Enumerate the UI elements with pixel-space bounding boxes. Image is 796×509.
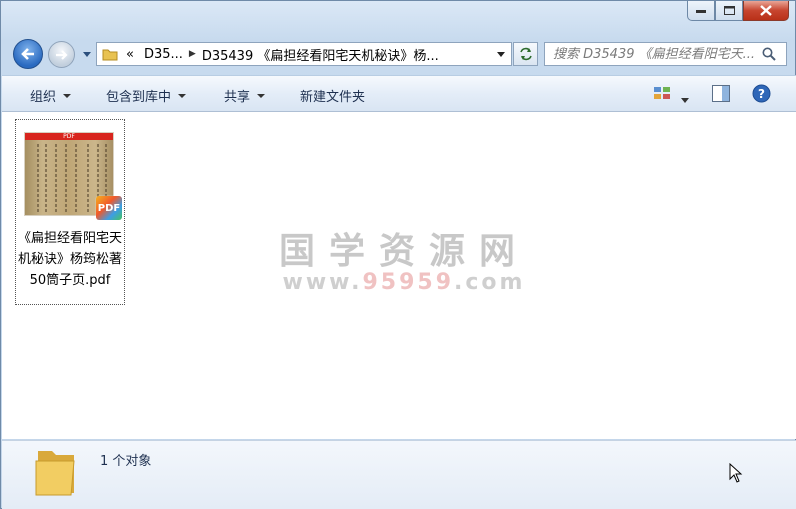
close-icon: [760, 5, 772, 16]
breadcrumb-item-parent[interactable]: D35...: [144, 47, 183, 62]
breadcrumb-item-current[interactable]: D35439 《扁担经看阳宅天机秘诀》杨...: [202, 45, 439, 64]
title-bar: [1, 1, 795, 35]
organize-menu[interactable]: 组织: [30, 86, 72, 105]
chevron-down-icon: [681, 98, 689, 103]
maximize-button[interactable]: [715, 1, 743, 21]
watermark: 国学资源网 www.95959.com: [274, 222, 534, 295]
recent-pages-dropdown-icon[interactable]: [83, 52, 91, 58]
refresh-icon: [519, 47, 532, 61]
back-button[interactable]: [13, 39, 43, 69]
share-label: 共享: [224, 90, 251, 105]
help-button[interactable]: ?: [752, 84, 771, 107]
address-bar[interactable]: « D35... ▶ D35439 《扁担经看阳宅天机秘诀》杨...: [96, 42, 512, 66]
minimize-button[interactable]: [687, 1, 715, 21]
chevron-down-icon: [178, 93, 187, 98]
search-icon[interactable]: [762, 47, 776, 61]
watermark-url: www.95959.com: [282, 270, 526, 295]
new-folder-label: 新建文件夹: [300, 90, 366, 105]
share-menu[interactable]: 共享: [224, 86, 266, 105]
minimize-icon: [696, 9, 706, 13]
details-pane: 1 个对象: [2, 440, 796, 509]
preview-pane-icon: [712, 85, 730, 102]
command-bar: 组织 包含到库中 共享 新建文件夹 ?: [2, 75, 796, 112]
preview-pane-button[interactable]: [712, 85, 730, 106]
view-options-icon: [654, 87, 670, 99]
include-in-library-menu[interactable]: 包含到库中: [106, 86, 187, 105]
maximize-icon: [723, 6, 735, 15]
new-folder-button[interactable]: 新建文件夹: [300, 86, 365, 105]
arrow-left-icon: [21, 48, 34, 60]
change-view-button[interactable]: [653, 85, 671, 105]
file-list-area[interactable]: PDF PDF 《扁担经看阳宅天机秘诀》杨筠松著 50筒子页.pdf 国学资源网…: [2, 112, 796, 439]
close-button[interactable]: [743, 1, 789, 21]
file-name-label: 《扁担经看阳宅天机秘诀》杨筠松著 50筒子页.pdf: [17, 231, 122, 288]
search-input[interactable]: [545, 46, 762, 62]
mouse-cursor-icon: [729, 463, 743, 483]
breadcrumb-separator-icon[interactable]: ▶: [189, 49, 196, 59]
breadcrumb-overflow[interactable]: «: [126, 47, 134, 62]
file-item-pdf[interactable]: PDF PDF 《扁担经看阳宅天机秘诀》杨筠松著 50筒子页.pdf: [15, 119, 125, 305]
include-in-library-label: 包含到库中: [106, 90, 172, 105]
address-dropdown-icon[interactable]: [497, 52, 505, 57]
chevron-down-icon: [63, 93, 72, 98]
watermark-title: 国学资源网: [278, 231, 529, 272]
chevron-down-icon: [257, 93, 266, 98]
arrow-right-icon: [55, 49, 68, 60]
organize-label: 组织: [30, 90, 57, 105]
forward-button[interactable]: [48, 41, 75, 68]
refresh-button[interactable]: [513, 42, 538, 66]
thumbnail-header: PDF: [25, 133, 113, 140]
window-controls: [687, 1, 789, 21]
help-icon: ?: [752, 84, 771, 103]
explorer-window: « D35... ▶ D35439 《扁担经看阳宅天机秘诀》杨... 组织 包含…: [0, 0, 796, 509]
svg-text:?: ?: [758, 87, 765, 101]
search-box[interactable]: [544, 42, 787, 66]
item-count: 1 个对象: [100, 454, 152, 469]
folder-large-icon: [35, 451, 75, 496]
pdf-file-icon: PDF: [96, 196, 122, 220]
view-dropdown[interactable]: [681, 92, 689, 107]
folder-small-icon: [102, 49, 118, 61]
